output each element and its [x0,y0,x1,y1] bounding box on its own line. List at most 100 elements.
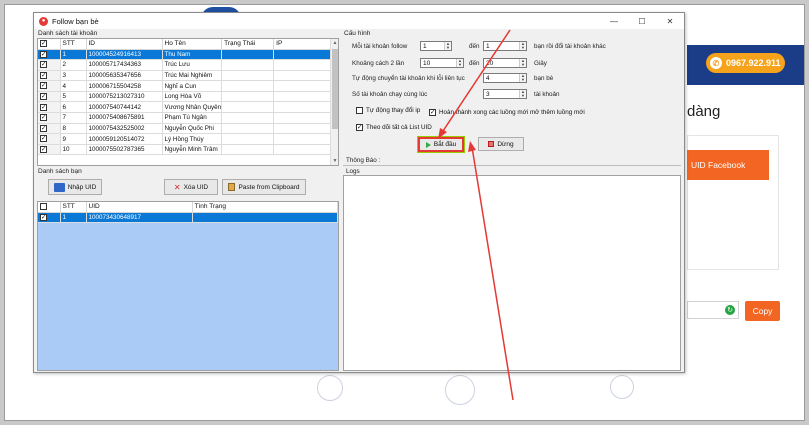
spinner-icon[interactable]: ▲ ▼ [519,90,526,98]
spinner-icon[interactable]: ▲ ▼ [456,59,463,67]
friend-status [192,212,338,224]
row-checkbox-cell[interactable] [38,59,61,71]
account-status [221,101,275,114]
follow-to-value: 1 [486,43,490,50]
checkbox-box[interactable] [429,108,436,116]
table-row[interactable]: 10100007550278736​5Nguyễn Minh Trâm [38,144,338,156]
select-all-header[interactable] [38,39,61,50]
delay-to-input[interactable]: 20 ▲ ▼ [483,58,527,68]
start-button[interactable]: Bắt đầu [418,137,464,152]
column-header[interactable]: STT [60,202,87,213]
website-uid-input[interactable]: ↻ [687,301,739,319]
logs-panel[interactable] [343,175,681,371]
row-checkbox-cell[interactable] [38,101,61,114]
auto-ip-checkbox[interactable]: Tự động thay đổi ip [356,107,420,114]
scrollbar-thumb[interactable] [332,49,338,129]
account-name: Thu Nam [162,49,223,61]
maximize-button[interactable]: ☐ [628,13,656,29]
column-header[interactable]: UID [86,202,193,213]
clipboard-icon [228,183,236,191]
row-checkbox[interactable] [40,145,47,154]
select-all-checkbox[interactable] [40,39,47,48]
website-copy-button[interactable]: Copy [745,301,780,321]
accounts-grid[interactable]: STT ID Ho Tên Trạng Thái IP 110000452491… [37,38,339,166]
column-header[interactable]: Ho Tên [162,39,223,50]
concurrent-label: Số tài khoản chạy cùng lúc [352,91,428,98]
scroll-down-icon[interactable]: ▼ [331,157,339,165]
table-row[interactable]: 7100007540867589​1Phạm Tú Ngân [38,112,338,124]
row-checkbox[interactable] [40,81,47,90]
import-uid-button[interactable]: Nhập UID [48,179,102,195]
follow-all-checkbox[interactable]: Theo dõi tất cả List UID [356,123,432,131]
website-heading: dàng [687,103,721,120]
table-row[interactable]: 4100006715504258Nghĩ a Cun [38,80,338,92]
row-checkbox[interactable] [40,124,47,132]
account-id: 100006715504258 [86,80,163,92]
table-row[interactable]: 1100004524916413Thu Nam [38,49,338,61]
notice-separator [343,165,681,166]
follow-from-input[interactable]: 1 ▲ ▼ [420,41,452,51]
row-checkbox[interactable] [40,103,47,111]
table-row[interactable]: 9100005912051407​2Lý Hồng Thúy [38,133,338,145]
row-checkbox-cell[interactable] [38,91,61,103]
website-phone-button[interactable]: ✆ 0967.922.911 [706,53,785,73]
row-checkbox-cell[interactable] [38,123,61,135]
table-row[interactable]: 8100007543252500​2Nguyễn Quốc Phi [38,123,338,135]
follow-to-input[interactable]: 1 ▲ ▼ [483,41,527,51]
checkbox-box[interactable] [356,123,363,131]
table-row[interactable]: 2100005717434363Trúc Lưu [38,59,338,71]
concurrent-input[interactable]: 3 ▲ ▼ [483,89,527,99]
account-status [221,70,275,82]
row-checkbox-cell[interactable] [38,80,61,92]
open-new-thread-checkbox[interactable]: Hoàn thành xong các luồng mới mở thêm lu… [429,108,585,116]
account-status [221,91,275,103]
delay-from-input[interactable]: 10 ▲ ▼ [420,58,464,68]
column-header[interactable]: Tình Trạng [192,202,338,213]
row-checkbox[interactable] [40,50,47,58]
column-header[interactable]: ID [86,39,163,50]
row-checkbox[interactable] [40,92,47,101]
table-row[interactable]: 1100073430648917 [38,212,338,224]
close-button[interactable]: ✕ [656,13,684,29]
accounts-scrollbar[interactable]: ▲ ▼ [330,39,338,165]
concurrent-value: 3 [486,91,490,98]
minimize-button[interactable]: — [600,13,628,29]
row-checkbox-cell[interactable] [38,133,61,145]
row-checkbox-cell[interactable] [38,112,61,124]
row-checkbox-cell[interactable] [38,70,61,82]
row-checkbox-cell[interactable] [38,49,61,61]
table-row[interactable]: 3100005635347656Trúc Mai Nghiêm [38,70,338,82]
account-ip [273,112,338,124]
column-header[interactable]: IP [273,39,338,50]
spinner-icon[interactable]: ▲ ▼ [444,42,451,50]
row-checkbox[interactable] [40,60,47,69]
account-name: Vương Nhân Quyên [162,101,223,114]
app-icon: ● [39,16,48,26]
row-checkbox[interactable] [40,113,47,122]
account-ip [273,101,338,114]
friends-grid[interactable]: STT UID Tình Trạng 1100073430648917 [37,201,339,371]
select-all-header[interactable] [38,202,61,213]
error-switch-input[interactable]: 4 ▲ ▼ [483,73,527,83]
select-all-checkbox[interactable] [40,203,47,211]
account-ip [273,91,338,103]
table-row[interactable]: 5100007521302731​0Long Hòa Võ [38,91,338,103]
account-status [221,112,275,124]
checkbox-box[interactable] [356,107,363,114]
delete-uid-button[interactable]: ✕ Xóa UID [164,179,218,195]
row-checkbox[interactable] [40,134,47,143]
spinner-icon[interactable]: ▲ ▼ [519,42,526,50]
website-uid-button[interactable]: UID Facebook [687,150,769,180]
column-header[interactable]: STT [60,39,87,50]
paste-clipboard-button[interactable]: Paste from Clipboard [222,179,306,195]
scroll-up-icon[interactable]: ▲ [331,39,339,47]
row-checkbox[interactable] [40,71,47,79]
stop-button[interactable]: Dừng [478,137,524,151]
spinner-icon[interactable]: ▲ ▼ [519,74,526,82]
column-header[interactable]: Trạng Thái [221,39,275,50]
table-row[interactable]: 6100007540744142Vương Nhân Quyên [38,101,338,114]
row-checkbox-cell[interactable] [38,144,61,156]
row-checkbox-cell[interactable] [38,212,61,224]
row-checkbox[interactable] [40,213,47,221]
spinner-icon[interactable]: ▲ ▼ [519,59,526,67]
